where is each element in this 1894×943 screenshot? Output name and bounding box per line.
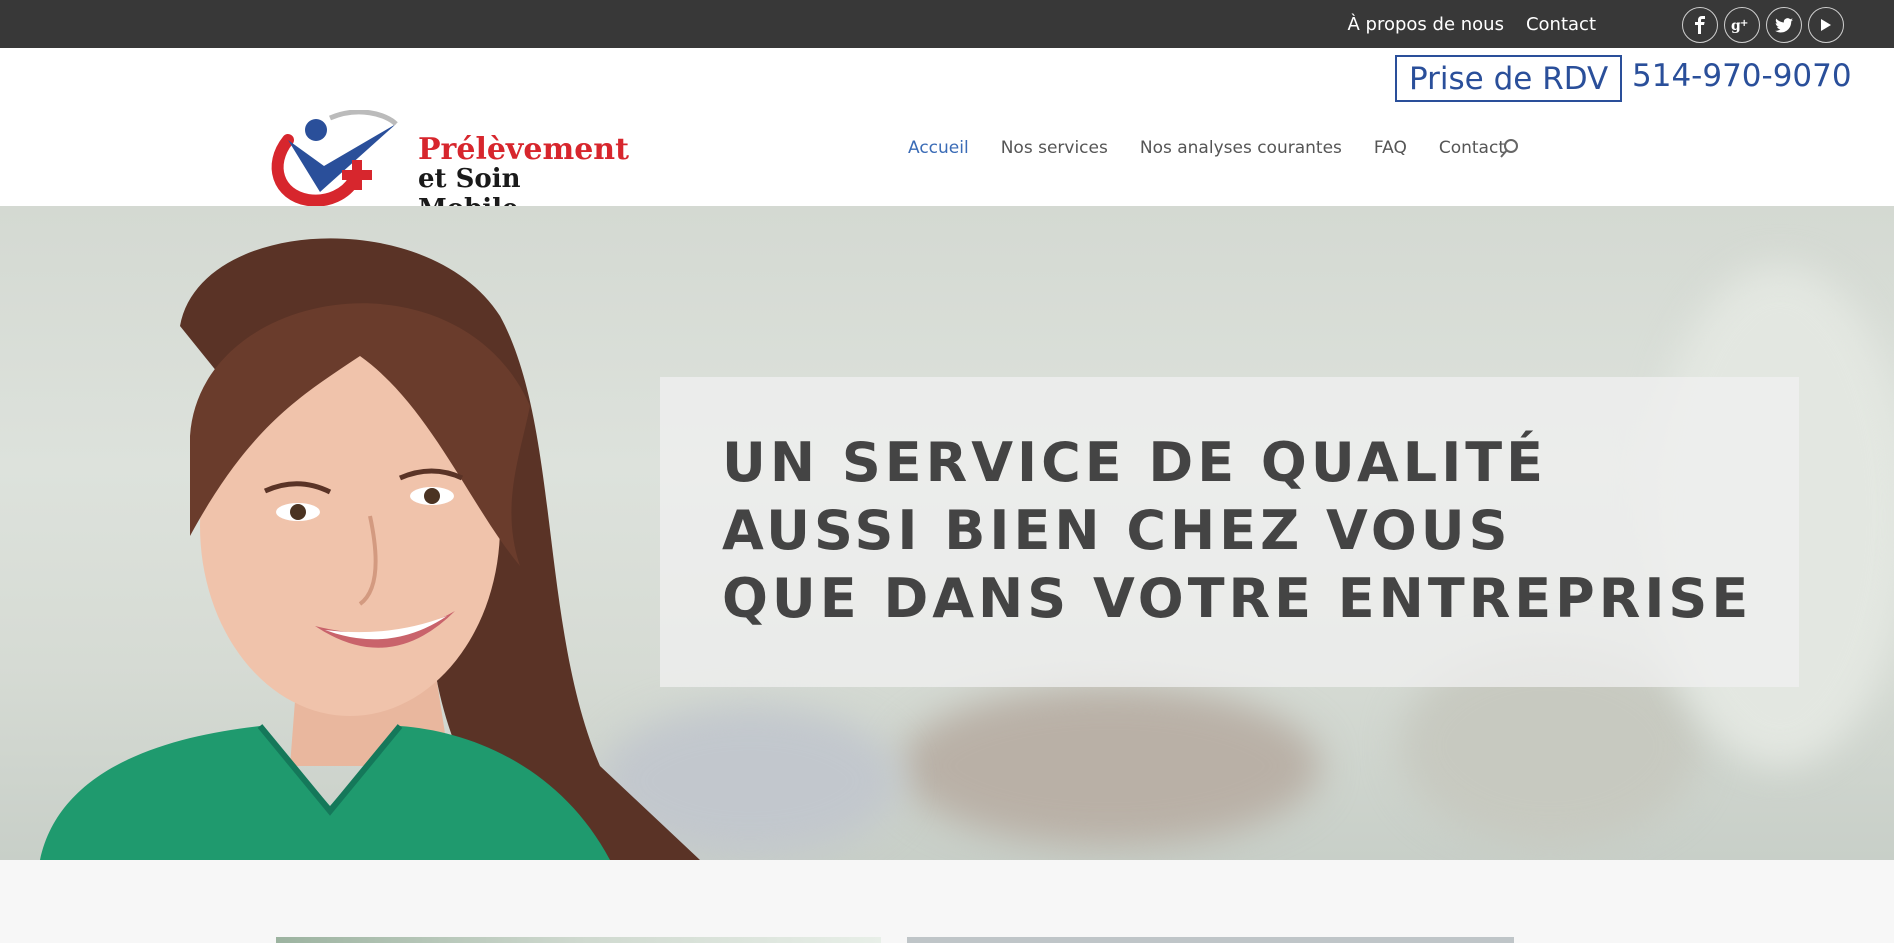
main-nav: Accueil Nos services Nos analyses couran…	[908, 138, 1505, 158]
top-bar: À propos de nous Contact g +	[0, 0, 1894, 48]
twitter-icon[interactable]	[1766, 7, 1802, 43]
logo-mark-icon	[271, 110, 398, 207]
nurse-photo	[40, 238, 700, 860]
hero-line-2: AUSSI BIEN CHEZ VOUS	[722, 499, 1512, 562]
link-about[interactable]: À propos de nous	[1348, 14, 1504, 35]
google-plus-icon[interactable]: g +	[1724, 7, 1760, 43]
background-blur	[900, 686, 1320, 846]
top-links: À propos de nous Contact	[1348, 0, 1596, 48]
appointment-button[interactable]: Prise de RDV	[1395, 55, 1623, 102]
social-links: g +	[1682, 7, 1844, 43]
content-section	[0, 860, 1894, 943]
site-header: Prise de RDV 514-970-9070 Prélèvement et…	[0, 48, 1894, 224]
search-icon[interactable]	[1498, 138, 1520, 160]
hero-tagline-box: UN SERVICE DE QUALITÉ AUSSI BIEN CHEZ VO…	[660, 377, 1799, 687]
feature-card-image[interactable]	[276, 937, 881, 943]
site-logo[interactable]: Prélèvement et Soin Mobile	[268, 110, 629, 224]
logo-title: Prélèvement	[418, 132, 629, 167]
feature-card-image[interactable]	[907, 937, 1514, 943]
hero-line-1: UN SERVICE DE QUALITÉ	[722, 431, 1548, 494]
nav-services[interactable]: Nos services	[1001, 138, 1108, 158]
youtube-icon[interactable]	[1808, 7, 1844, 43]
nav-contact[interactable]: Contact	[1439, 138, 1505, 158]
hero-line-3: QUE DANS VOTRE ENTREPRISE	[722, 567, 1753, 630]
nav-faq[interactable]: FAQ	[1374, 138, 1407, 158]
nav-analyses[interactable]: Nos analyses courantes	[1140, 138, 1342, 158]
facebook-icon[interactable]	[1682, 7, 1718, 43]
hero-banner: UN SERVICE DE QUALITÉ AUSSI BIEN CHEZ VO…	[0, 206, 1894, 860]
link-contact-top[interactable]: Contact	[1526, 14, 1596, 35]
phone-number[interactable]: 514-970-9070	[1632, 58, 1852, 94]
nav-accueil[interactable]: Accueil	[908, 138, 969, 158]
svg-text:+: +	[1740, 18, 1748, 29]
